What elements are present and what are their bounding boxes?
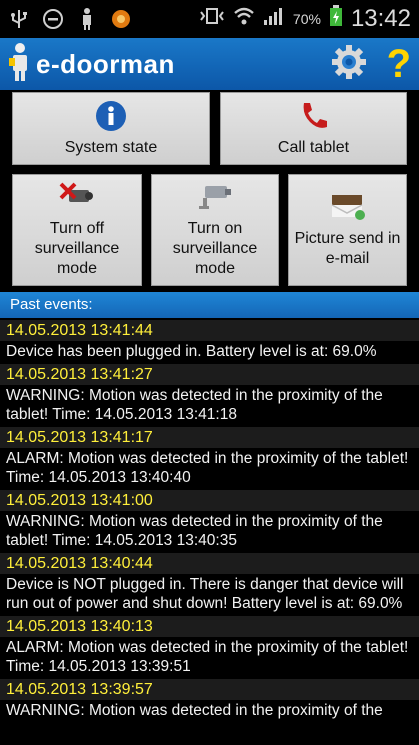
events-list[interactable]: 14.05.2013 13:41:44 Device has been plug… — [0, 320, 419, 745]
status-bar: 70% 13:42 — [0, 0, 419, 38]
signal-icon — [263, 6, 285, 32]
event-time: 14.05.2013 13:40:44 — [0, 553, 419, 574]
system-state-button[interactable]: System state — [12, 92, 210, 165]
event-time: 14.05.2013 13:41:17 — [0, 427, 419, 448]
event-text: Device has been plugged in. Battery leve… — [6, 343, 377, 360]
clock: 13:42 — [350, 5, 411, 32]
past-events-header: Past events: — [0, 292, 419, 318]
turn-on-label: Turn on surveillance mode — [172, 220, 258, 277]
event-text: WARNING: Motion was detected in the prox… — [6, 387, 383, 423]
list-item: 14.05.2013 13:41:17 ALARM: Motion was de… — [0, 427, 419, 490]
help-icon[interactable]: ? — [387, 44, 411, 84]
list-item: 14.05.2013 13:41:27 WARNING: Motion was … — [0, 364, 419, 427]
turn-off-surveillance-button[interactable]: Turn off surveillance mode — [12, 174, 142, 286]
email-picture-icon — [330, 191, 366, 223]
list-item: 14.05.2013 13:41:44 Device has been plug… — [0, 320, 419, 364]
settings-gear-icon[interactable] — [331, 44, 367, 85]
usb-icon — [8, 8, 30, 30]
wifi-icon — [233, 6, 255, 32]
security-camera-icon — [195, 181, 235, 213]
event-text: Device is NOT plugged in. There is dange… — [6, 576, 404, 612]
camera-off-icon — [57, 181, 97, 213]
turn-on-surveillance-button[interactable]: Turn on surveillance mode — [151, 174, 279, 286]
event-time: 14.05.2013 13:41:27 — [0, 364, 419, 385]
vibrate-icon — [199, 6, 225, 32]
list-item: 14.05.2013 13:40:13 ALARM: Motion was de… — [0, 616, 419, 679]
picture-send-email-button[interactable]: Picture send in e-mail — [288, 174, 407, 286]
event-time: 14.05.2013 13:41:44 — [0, 320, 419, 341]
event-time: 14.05.2013 13:39:57 — [0, 679, 419, 700]
phone-icon — [298, 100, 330, 132]
event-text: ALARM: Motion was detected in the proxim… — [6, 450, 409, 486]
list-item: 14.05.2013 13:40:44 Device is NOT plugge… — [0, 553, 419, 616]
system-state-label: System state — [64, 138, 158, 156]
event-text: WARNING: Motion was detected in the prox… — [6, 702, 383, 719]
battery-percent: 70% — [292, 11, 321, 27]
event-time: 14.05.2013 13:41:00 — [0, 490, 419, 511]
list-item: 14.05.2013 13:39:57 WARNING: Motion was … — [0, 679, 419, 723]
info-icon — [95, 100, 127, 132]
event-text: WARNING: Motion was detected in the prox… — [6, 513, 383, 549]
turn-off-label: Turn off surveillance mode — [34, 220, 120, 277]
app-logo-icon — [8, 42, 30, 87]
event-time: 14.05.2013 13:40:13 — [0, 616, 419, 637]
call-tablet-label: Call tablet — [277, 138, 350, 156]
app-title: e-doorman — [36, 48, 175, 79]
app-badge-icon — [110, 8, 132, 30]
doorman-icon — [76, 8, 98, 30]
app-bar: e-doorman ? — [0, 38, 419, 90]
picture-send-label: Picture send in e-mail — [294, 230, 401, 267]
event-text: ALARM: Motion was detected in the proxim… — [6, 639, 409, 675]
list-item: 14.05.2013 13:41:00 WARNING: Motion was … — [0, 490, 419, 553]
call-tablet-button[interactable]: Call tablet — [220, 92, 407, 165]
do-not-disturb-icon — [42, 8, 64, 30]
action-buttons: System state Call tablet Turn off survei… — [0, 90, 419, 292]
battery-icon — [329, 5, 343, 33]
